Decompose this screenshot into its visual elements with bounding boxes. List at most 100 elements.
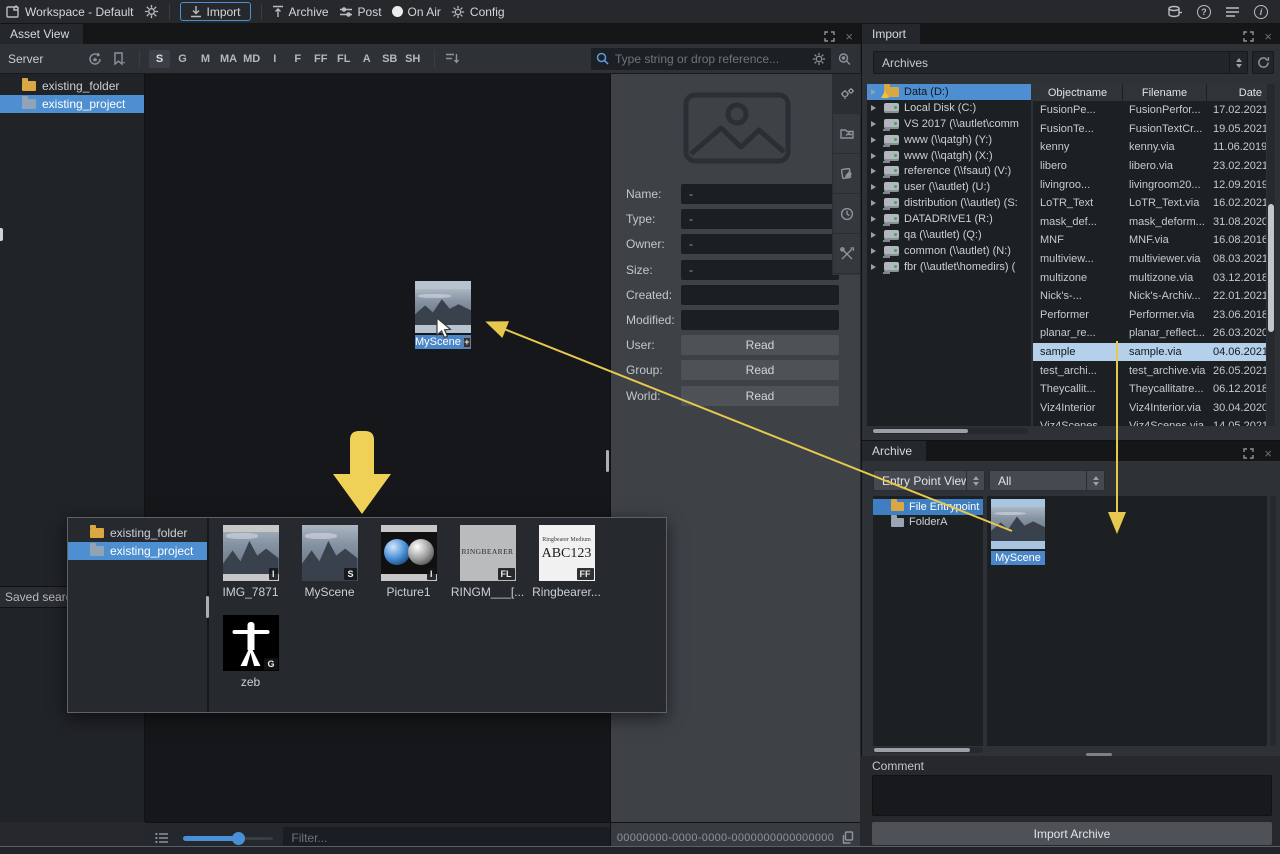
canvas-scene-item[interactable]: MyScene + [415,281,471,349]
drive-tree-item[interactable]: www (\\qatgh) (X:) [867,148,1031,164]
post-mode-button[interactable]: Post [339,5,382,19]
type-filter-button[interactable]: M [195,50,216,68]
dropdown-spinner[interactable] [1086,471,1104,490]
thumbnail-size-slider[interactable] [183,832,273,844]
import-archive-button[interactable]: Import Archive [872,822,1272,845]
archives-dropdown[interactable]: Archives [873,51,1248,74]
close-icon[interactable]: × [1264,29,1272,44]
type-filter-button[interactable]: S [149,50,170,68]
expander-icon[interactable] [871,216,879,222]
table-row[interactable]: Viz4Scenes Viz4Scenes.via 14.05.2021 1 [1033,417,1266,426]
drive-tree-item[interactable]: Local Disk (C:) [867,100,1031,116]
property-value[interactable]: Read [681,386,839,406]
search-options-icon[interactable] [837,52,852,66]
slider-thumb[interactable] [232,832,245,845]
property-value[interactable] [681,285,839,305]
search-input[interactable] [615,52,806,66]
comment-input[interactable] [872,775,1272,816]
column-header-date[interactable]: Date [1206,84,1266,101]
drive-tree-item[interactable]: VS 2017 (\\autlet\comm [867,116,1031,132]
canvas-splitter-handle[interactable] [606,450,609,472]
table-row[interactable]: MNF MNF.via 16.08.2016 1 [1033,231,1266,250]
config-button[interactable]: Config [451,5,505,19]
property-value[interactable]: Read [681,360,839,380]
close-icon[interactable]: × [1264,446,1272,461]
table-row[interactable]: test_archi... test_archive.via 26.05.202… [1033,361,1266,380]
server-tree-item[interactable]: existing_folder [0,77,144,95]
type-filter-button[interactable]: A [356,50,377,68]
popup-tree-item[interactable]: existing_folder [68,524,207,542]
popup-splitter[interactable] [207,518,209,712]
asset-thumbnail-cell[interactable]: I IMG_7871 [211,522,290,612]
drive-tree-item[interactable]: user (\\autlet) (U:) [867,179,1031,195]
type-filter-button[interactable]: MD [241,50,262,68]
type-filter-button[interactable]: MA [218,50,239,68]
table-row[interactable]: Viz4Interior Viz4Interior.via 30.04.2020… [1033,399,1266,418]
tree-horizontal-scrollbar[interactable] [872,428,1028,434]
tab-folder[interactable] [833,114,861,154]
archive-mode-button[interactable]: Archive [272,5,329,19]
drive-tree-item[interactable]: distribution (\\autlet) (S: [867,195,1031,211]
entry-point-view-dropdown[interactable]: Entry Point View [873,470,985,491]
table-row[interactable]: mask_def... mask_deform... 31.08.2020 1 [1033,213,1266,232]
tab-settings[interactable] [833,74,861,114]
type-filter-button[interactable]: F [287,50,308,68]
table-row[interactable]: kenny kenny.via 11.06.2019 0 [1033,138,1266,157]
on-air-button[interactable]: On Air [392,5,441,19]
tab-history-clock[interactable] [833,194,861,234]
bookmark-icon[interactable] [113,52,127,66]
expander-icon[interactable] [871,105,879,111]
expander-icon[interactable] [871,200,879,206]
scrollbar-thumb[interactable] [874,748,970,752]
info-icon[interactable]: i [1254,5,1268,19]
table-row[interactable]: FusionPe... FusionPerfor... 17.02.2021 1 [1033,101,1266,120]
archive-tree-item[interactable]: FolderA [873,515,983,531]
table-row[interactable]: Theycallit... Theycallitatre... 06.12.20… [1033,380,1266,399]
popup-tree-item[interactable]: existing_project [68,542,207,560]
asset-thumbnail-cell[interactable]: Ringbearer Medium ABC123 FF Ringbearer..… [527,522,606,612]
menu-icon[interactable] [1225,6,1240,18]
type-filter-button[interactable]: I [264,50,285,68]
expander-icon[interactable] [871,232,879,238]
type-filter-button[interactable]: FL [333,50,354,68]
asset-thumbnail-cell[interactable]: I Picture1 [369,522,448,612]
table-row[interactable]: Nick's-... Nick's-Archiv... 22.01.2021 1 [1033,287,1266,306]
table-row[interactable]: LoTR_Text LoTR_Text.via 16.02.2021 1 [1033,194,1266,213]
property-value[interactable]: - [681,234,839,254]
server-tree-item[interactable]: existing_project [0,95,144,113]
copy-icon[interactable] [842,831,854,844]
table-row[interactable]: libero libero.via 23.02.2021 0 [1033,157,1266,176]
table-row[interactable]: FusionTe... FusionTextCr... 19.05.2021 1 [1033,120,1266,139]
expander-icon[interactable] [871,168,879,174]
panel-splitter-handle[interactable] [0,228,3,241]
archive-scene-item[interactable]: MyScene [991,499,1045,565]
workspace-menu[interactable]: Workspace - Default [6,5,134,19]
table-row[interactable]: multizone multizone.via 03.12.2018 1 [1033,268,1266,287]
list-view-icon[interactable] [155,832,169,844]
type-filter-button[interactable]: G [172,50,193,68]
tab-import[interactable]: Import [862,24,920,44]
drive-tree-item[interactable]: qa (\\autlet) (Q:) [867,227,1031,243]
table-row[interactable]: Performer Performer.via 23.06.2018 0 [1033,306,1266,325]
type-filter-button[interactable]: SB [379,50,400,68]
tab-asset-view[interactable]: Asset View [0,24,83,44]
table-row[interactable]: multiview... multiviewer.via 08.03.2021 … [1033,250,1266,269]
tab-notes[interactable] [833,154,861,194]
expander-icon[interactable] [871,184,879,190]
drive-tree-item[interactable]: reference (\\fsaut) (V:) [867,163,1031,179]
expander-icon[interactable] [871,121,879,127]
dropdown-spinner[interactable] [966,471,984,490]
type-filter-button[interactable]: FF [310,50,331,68]
sort-icon[interactable] [445,52,460,65]
dropdown-spinner[interactable] [1229,52,1247,73]
drive-tree-item[interactable]: www (\\qatgh) (Y:) [867,132,1031,148]
column-header-objectname[interactable]: Objectname [1033,84,1122,101]
property-value[interactable] [681,310,839,330]
expander-icon[interactable] [871,89,879,95]
expander-icon[interactable] [871,153,879,159]
import-mode-button[interactable]: Import [180,2,251,21]
scrollbar-thumb[interactable] [1268,204,1274,332]
archive-content-area[interactable]: MyScene [985,496,1267,746]
type-filter-dropdown[interactable]: All [989,470,1105,491]
archive-tree-item[interactable]: File Entrypoint [873,499,983,515]
